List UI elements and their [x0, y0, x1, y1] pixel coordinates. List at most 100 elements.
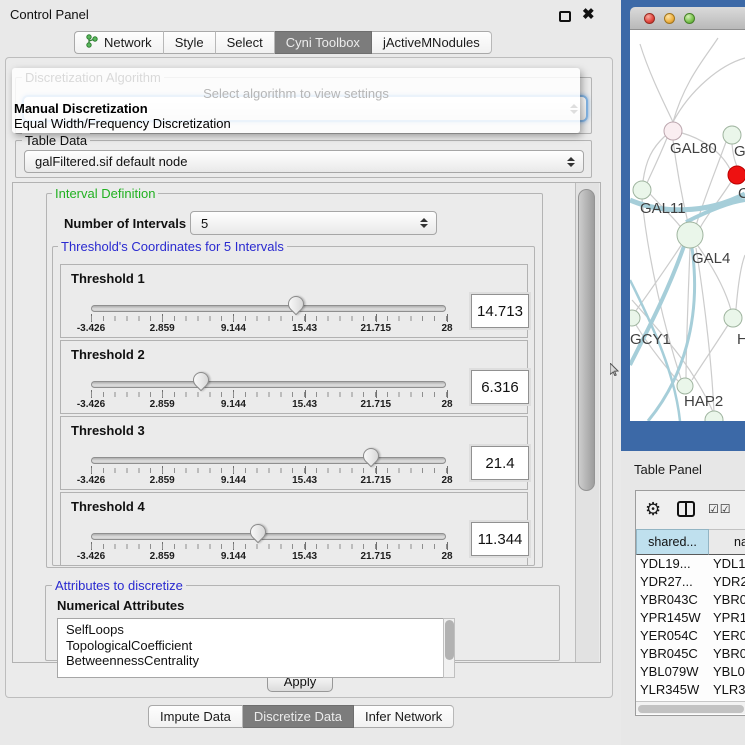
split-columns-icon[interactable] — [677, 501, 695, 517]
slider-ticks — [91, 544, 447, 549]
attribute-item[interactable]: SelfLoops — [66, 622, 454, 638]
table-row[interactable]: YBL079WYBL0 — [636, 663, 745, 681]
slider-tick-labels: -3.4262.8599.14415.4321.71528 — [91, 475, 447, 487]
threshold-value-field[interactable]: 11.344 — [471, 522, 529, 556]
network-node-GA[interactable] — [723, 126, 741, 144]
slider-tick-labels: -3.4262.8599.14415.4321.71528 — [91, 551, 447, 563]
network-window-titlebar[interactable] — [630, 7, 745, 30]
threshold-label: Threshold 1 — [71, 271, 145, 286]
node-label: HAP2 — [684, 393, 723, 410]
node-label: GAL11 — [640, 200, 686, 217]
table-toolbar: ⚙ ☑☑ — [636, 491, 745, 529]
attributes-scrollbar-thumb[interactable] — [445, 620, 454, 660]
bottom-tab-bar: Impute Data Discretize Data Infer Networ… — [148, 705, 454, 728]
combo-arrows-icon — [567, 157, 575, 167]
node-label: GAL80 — [670, 140, 717, 157]
network-node-C[interactable] — [728, 166, 745, 184]
threshold-value-field[interactable]: 21.4 — [471, 446, 529, 480]
network-canvas[interactable]: GAL80GACGAL11GAL4GCY1HHAP2 — [630, 30, 745, 421]
numerical-attributes-label: Numerical Attributes — [57, 598, 184, 613]
table-row[interactable]: YLR345WYLR3 — [636, 681, 745, 699]
tab-cyni-toolbox[interactable]: Cyni Toolbox — [275, 31, 372, 54]
close-traffic-light-icon[interactable] — [644, 13, 655, 24]
tab-style[interactable]: Style — [164, 31, 216, 54]
slider-track[interactable] — [91, 381, 446, 388]
control-panel-titlebar: Control Panel ✖ — [0, 0, 620, 28]
select-columns-icon[interactable]: ☑☑ — [708, 502, 732, 516]
slider-track[interactable] — [91, 457, 446, 464]
attribute-item[interactable]: BetweennessCentrality — [66, 653, 454, 669]
threshold-value-field[interactable]: 6.316 — [471, 370, 529, 404]
node-label: C — [738, 185, 745, 202]
network-node-GAL80[interactable] — [664, 122, 682, 140]
attributes-group-title: Attributes to discretize — [52, 578, 186, 593]
threshold-panel-4: Threshold 4-3.4262.8599.14415.4321.71528… — [60, 492, 528, 566]
tab-infer-network[interactable]: Infer Network — [354, 705, 454, 728]
slider-ticks — [91, 316, 447, 321]
algorithm-hint-item[interactable]: Select algorithm to view settings — [12, 87, 580, 101]
tab-network-label: Network — [104, 35, 152, 50]
algorithm-dropdown-popup: Select algorithm to view settings Manual… — [12, 68, 580, 133]
numerical-attributes-list[interactable]: SelfLoopsTopologicalCoefficientBetweenne… — [57, 618, 455, 678]
table-row[interactable]: YBR043CYBR0 — [636, 591, 745, 609]
table-data-combobox[interactable]: galFiltered.sif default node — [24, 150, 584, 173]
tab-network[interactable]: Network — [74, 31, 164, 54]
table-horizontal-scrollbar[interactable] — [636, 701, 745, 714]
tab-jactivemnodules[interactable]: jActiveMNodules — [372, 31, 492, 54]
settings-scrollbar-thumb[interactable] — [578, 189, 595, 491]
slider-tick-labels: -3.4262.8599.14415.4321.71528 — [91, 399, 447, 411]
algorithm-item-equal-width[interactable]: Equal Width/Frequency Discretization — [12, 116, 580, 131]
network-node-partial[interactable] — [705, 411, 723, 421]
network-view-window: GAL80GACGAL11GAL4GCY1HHAP2 — [621, 0, 745, 451]
threshold-panel-3: Threshold 3 -3.4262.8599.14415.4321.71528… — [60, 416, 528, 490]
slider-ticks — [91, 468, 447, 473]
threshold-panel-2: Threshold 2 -3.4262.8599.14415.4321.71528… — [60, 340, 528, 414]
table-row[interactable]: YBR045CYBR0 — [636, 645, 745, 663]
zoom-traffic-light-icon[interactable] — [684, 13, 695, 24]
float-icon[interactable] — [559, 11, 571, 22]
column-header-name[interactable]: na — [709, 529, 745, 555]
table-header-row: shared... na — [636, 529, 745, 555]
table-row[interactable]: YPR145WYPR1 — [636, 609, 745, 627]
slider-track[interactable] — [91, 533, 446, 540]
table-data-value: galFiltered.sif default node — [35, 154, 187, 169]
tab-impute-data[interactable]: Impute Data — [148, 705, 243, 728]
table-row[interactable]: YDR27...YDR2 — [636, 573, 745, 591]
gear-icon[interactable]: ⚙ — [645, 499, 661, 520]
network-icon — [86, 34, 98, 51]
column-header-shared-name[interactable]: shared... — [636, 529, 709, 555]
table-panel: Table Panel ⚙ ☑☑ shared... na YDL19...YD… — [621, 451, 745, 745]
algorithm-item-manual[interactable]: Manual Discretization — [12, 101, 580, 116]
network-node-HAP2[interactable] — [677, 378, 693, 394]
combo-arrows-icon — [420, 218, 428, 228]
network-node-GAL4[interactable] — [677, 222, 703, 248]
tab-select[interactable]: Select — [216, 31, 275, 54]
network-nodes[interactable] — [630, 122, 745, 421]
threshold-value-field[interactable]: 14.713 — [471, 294, 529, 328]
network-node-H[interactable] — [724, 309, 742, 327]
threshold-label: Threshold 3 — [71, 423, 145, 438]
table-hscrollbar-thumb[interactable] — [638, 705, 744, 713]
network-node-labels: GAL80GACGAL11GAL4GCY1HHAP2 — [630, 140, 745, 410]
table-container: ⚙ ☑☑ shared... na YDL19...YDL1YDR27...YD… — [635, 490, 745, 716]
table-rows: YDL19...YDL1YDR27...YDR2YBR043CYBR0YPR14… — [636, 555, 745, 691]
number-of-intervals-combobox[interactable]: 5 — [190, 211, 437, 235]
minimize-traffic-light-icon[interactable] — [664, 13, 675, 24]
threshold-label: Threshold 2 — [71, 347, 145, 362]
slider-track[interactable] — [91, 305, 446, 312]
tab-discretize-data[interactable]: Discretize Data — [243, 705, 354, 728]
attribute-item[interactable]: TopologicalCoefficient — [66, 638, 454, 654]
network-node-GAL11[interactable] — [633, 181, 651, 199]
network-node-GCY1[interactable] — [630, 310, 640, 326]
table-row[interactable]: YER054CYER0 — [636, 627, 745, 645]
thresholds-group-title: Threshold's Coordinates for 5 Intervals — [58, 239, 287, 254]
panel-title: Control Panel — [10, 7, 89, 22]
number-of-intervals-value: 5 — [201, 216, 208, 231]
close-icon[interactable]: ✖ — [582, 5, 595, 23]
table-row[interactable]: YDL19...YDL1 — [636, 555, 745, 573]
control-panel: Control Panel ✖ Network Style Select Cyn… — [0, 0, 620, 745]
table-data-title: Table Data — [22, 133, 90, 148]
node-label: GAL4 — [692, 250, 730, 267]
threshold-panel-1: Threshold 1-3.4262.8599.14415.4321.71528… — [60, 264, 528, 338]
mouse-cursor — [610, 363, 620, 381]
